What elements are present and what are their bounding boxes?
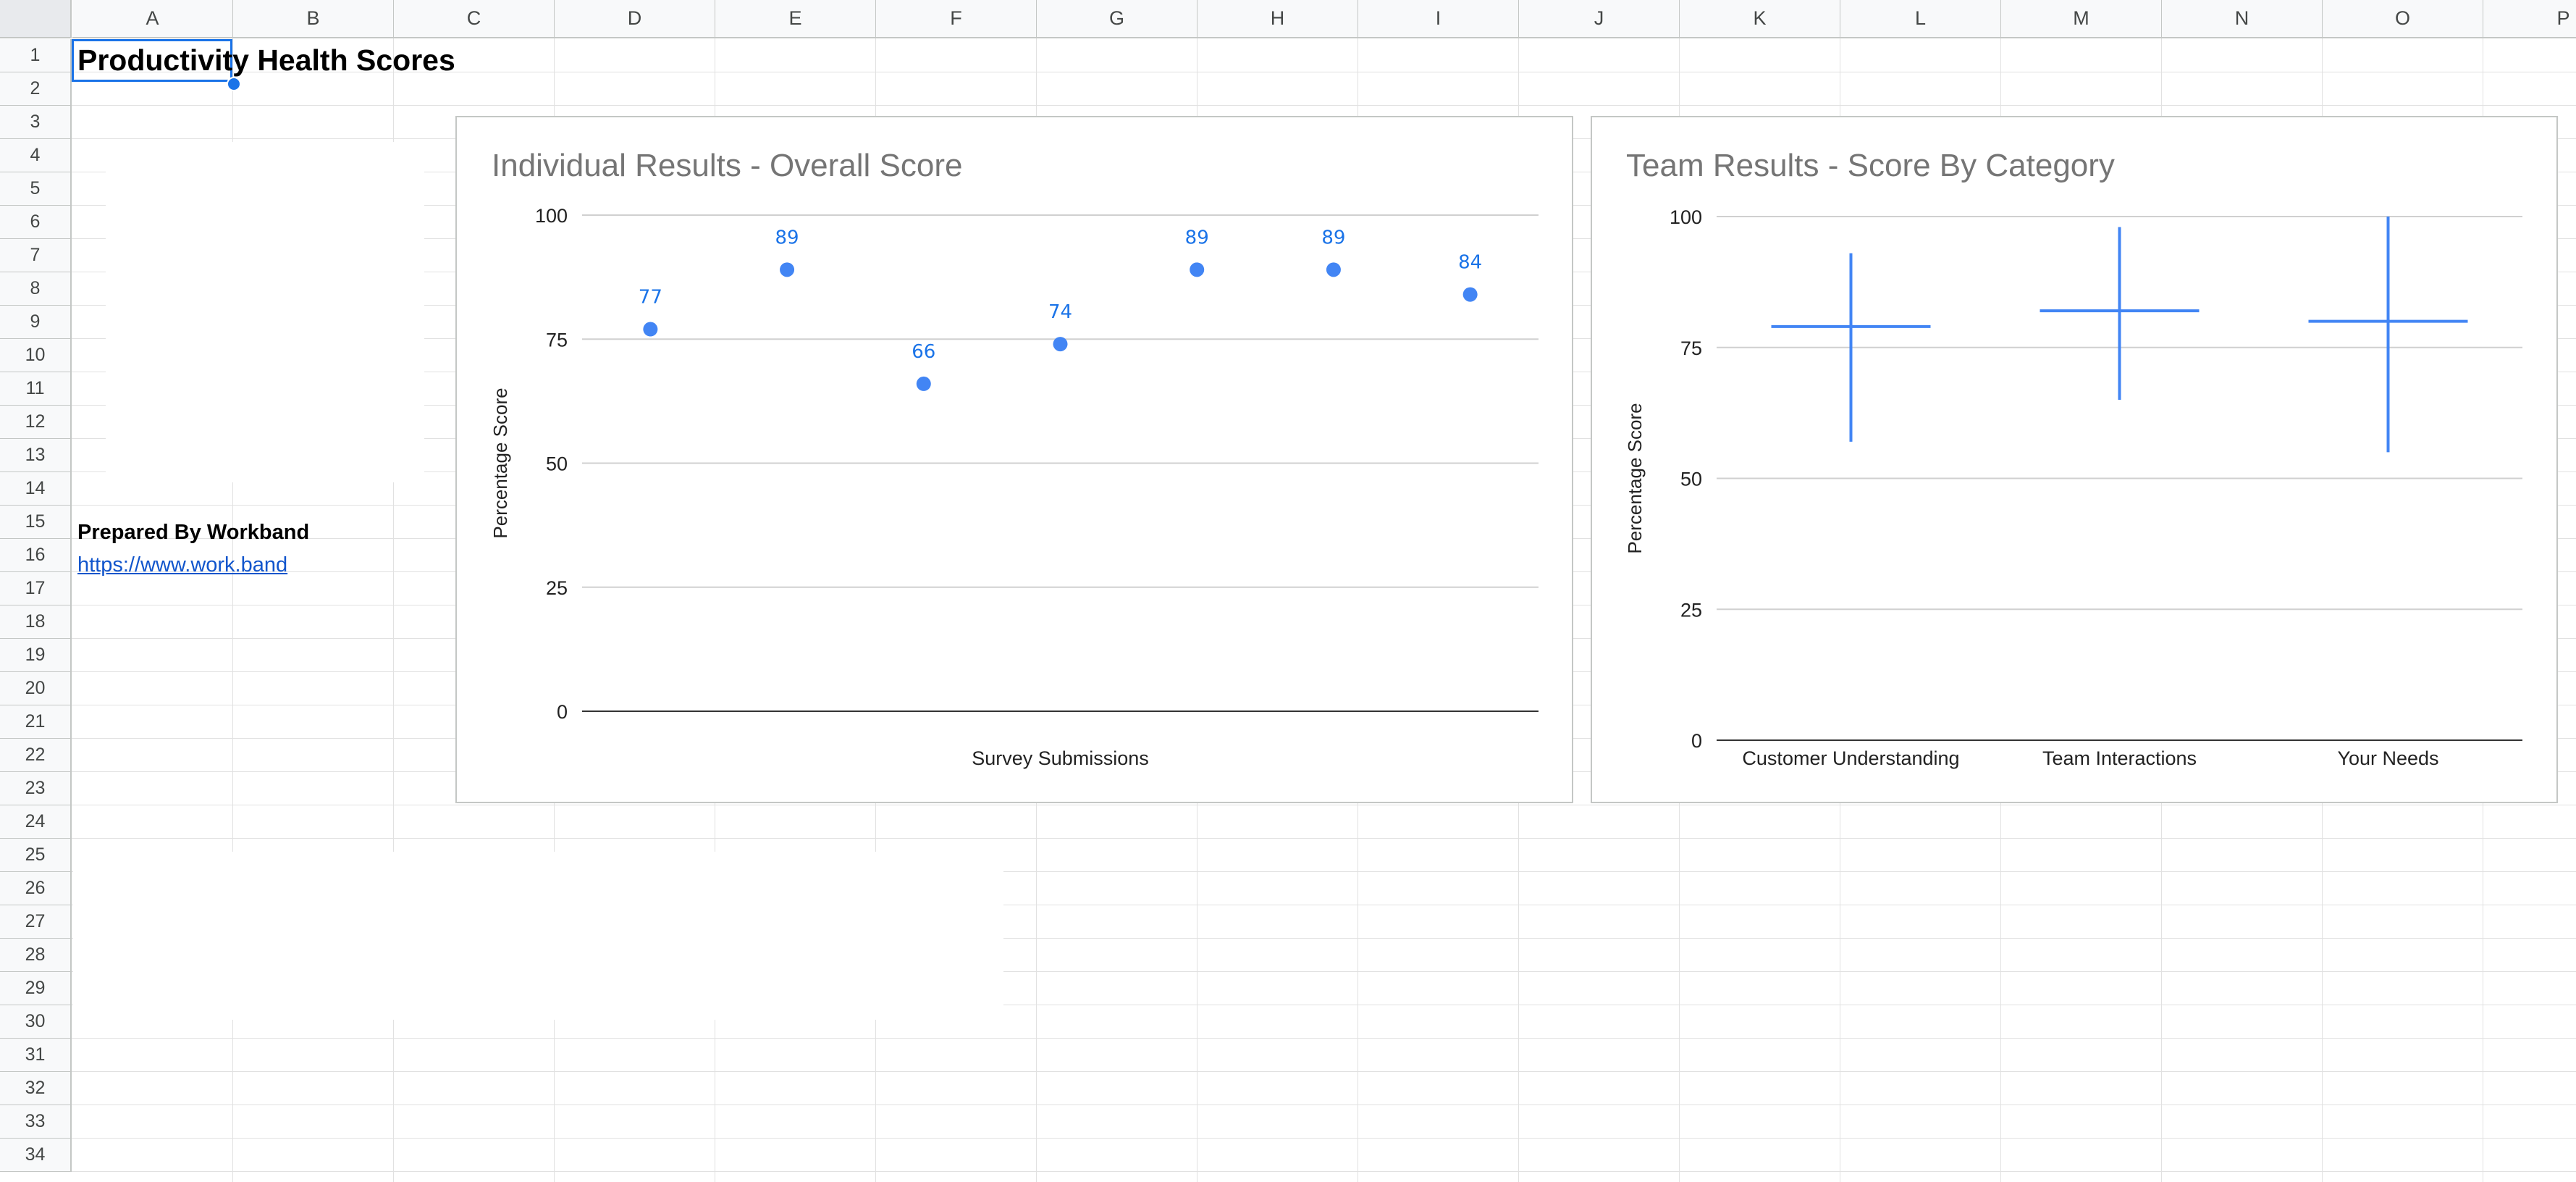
x-axis-title: Survey Submissions	[972, 747, 1149, 769]
row-header-8[interactable]: 8	[0, 272, 72, 306]
data-point	[916, 376, 931, 391]
y-tick-label: 75	[1680, 338, 1702, 359]
column-header-j[interactable]: J	[1519, 0, 1680, 38]
row-header-2[interactable]: 2	[0, 72, 72, 106]
grid-row-line	[72, 1171, 2576, 1172]
row-header-17[interactable]: 17	[0, 572, 72, 605]
data-label: 89	[1185, 227, 1209, 248]
row-header-24[interactable]: 24	[0, 805, 72, 839]
column-header-g[interactable]: G	[1037, 0, 1197, 38]
row-header-12[interactable]: 12	[0, 406, 72, 439]
blank-block	[106, 142, 424, 482]
row-header-15[interactable]: 15	[0, 506, 72, 539]
row-header-7[interactable]: 7	[0, 239, 72, 272]
data-label: 74	[1048, 301, 1072, 323]
y-tick-label: 25	[546, 577, 568, 599]
chart-plot-area: 0 25 50 75 100 Customer Understanding Team Int…	[1624, 206, 2522, 769]
column-header-c[interactable]: C	[394, 0, 555, 38]
row-header-5[interactable]: 5	[0, 172, 72, 206]
data-point	[1462, 287, 1478, 302]
row-header-13[interactable]: 13	[0, 439, 72, 472]
chart-plot-area: 0 25 50 75 100 77 89 66 74 89 89 84 Survey Submissio…	[489, 205, 1539, 769]
row-header-10[interactable]: 10	[0, 339, 72, 372]
y-tick-label: 100	[535, 205, 568, 227]
data-point	[780, 262, 795, 277]
x-category-label: Your Needs	[2337, 747, 2438, 769]
grid-row-line	[72, 105, 2576, 106]
row-header-4[interactable]: 4	[0, 139, 72, 172]
row-header-22[interactable]: 22	[0, 739, 72, 772]
blank-block	[73, 852, 1003, 1020]
x-category-label: Team Interactions	[2042, 747, 2197, 769]
data-label: 84	[1458, 252, 1482, 274]
grid-row-line	[72, 1071, 2576, 1072]
column-header-d[interactable]: D	[555, 0, 715, 38]
grid-row-line	[72, 838, 2576, 839]
row-header-23[interactable]: 23	[0, 772, 72, 805]
row-header-11[interactable]: 11	[0, 372, 72, 406]
row-header-33[interactable]: 33	[0, 1105, 72, 1139]
row-header-26[interactable]: 26	[0, 872, 72, 905]
row-header-32[interactable]: 32	[0, 1072, 72, 1105]
row-header-6[interactable]: 6	[0, 206, 72, 239]
data-label: 66	[912, 341, 935, 363]
column-header-b[interactable]: B	[233, 0, 394, 38]
row-header-3[interactable]: 3	[0, 106, 72, 139]
spreadsheet-grid[interactable]: ABCDEFGHIJKLMNOP 1 2 3 4 5 6 7 8 9 10 11 12 13 14 15 16…	[0, 0, 2576, 1182]
column-header-m[interactable]: M	[2001, 0, 2162, 38]
cell-A1-title[interactable]: Productivity Health Scores	[77, 43, 455, 77]
y-tick-label: 0	[557, 701, 568, 723]
data-label: 77	[639, 287, 662, 309]
column-header-i[interactable]: I	[1358, 0, 1519, 38]
row-header-25[interactable]: 25	[0, 839, 72, 872]
y-tick-label: 100	[1670, 206, 1702, 228]
row-header-29[interactable]: 29	[0, 972, 72, 1005]
row-header-18[interactable]: 18	[0, 605, 72, 639]
data-label: 89	[775, 227, 799, 248]
cell-A15-prepared-by[interactable]: Prepared By Workband	[77, 521, 309, 545]
data-point	[643, 322, 658, 337]
grid-row-line	[72, 1038, 2576, 1039]
column-header-o[interactable]: O	[2323, 0, 2483, 38]
column-header-h[interactable]: H	[1197, 0, 1358, 38]
row-header-1[interactable]: 1	[0, 39, 72, 72]
column-header-e[interactable]: E	[715, 0, 876, 38]
column-header-f[interactable]: F	[876, 0, 1037, 38]
row-header-27[interactable]: 27	[0, 905, 72, 939]
column-header-k[interactable]: K	[1680, 0, 1840, 38]
row-header-28[interactable]: 28	[0, 939, 72, 972]
y-tick-label: 75	[546, 329, 568, 351]
row-header-21[interactable]: 21	[0, 705, 72, 739]
row-header-34[interactable]: 34	[0, 1139, 72, 1172]
select-all-corner[interactable]	[0, 0, 72, 38]
row-header-30[interactable]: 30	[0, 1005, 72, 1039]
row-header-20[interactable]: 20	[0, 672, 72, 705]
column-header-l[interactable]: L	[1840, 0, 2001, 38]
column-header-a[interactable]: A	[72, 0, 233, 38]
y-tick-label: 0	[1691, 730, 1702, 752]
grid-row-line	[72, 1138, 2576, 1139]
row-header-9[interactable]: 9	[0, 306, 72, 339]
column-header-p[interactable]: P	[2483, 0, 2576, 38]
chart-individual-results[interactable]: Individual Results - Overall Score 0 25 50…	[455, 116, 1573, 803]
y-axis-title: Percentage Score	[1624, 403, 1646, 553]
data-label: 89	[1321, 227, 1345, 248]
y-tick-label: 50	[546, 453, 568, 475]
row-header-14[interactable]: 14	[0, 472, 72, 506]
y-tick-label: 25	[1680, 599, 1702, 621]
fill-handle[interactable]	[227, 77, 241, 91]
data-point	[1326, 262, 1341, 277]
column-header-n[interactable]: N	[2162, 0, 2323, 38]
data-point	[1053, 337, 1068, 352]
data-point	[1190, 262, 1205, 277]
cell-A16-link[interactable]: https://www.work.band	[77, 553, 287, 577]
y-tick-label: 50	[1680, 469, 1702, 490]
row-header-19[interactable]: 19	[0, 639, 72, 672]
x-category-label: Customer Understanding	[1742, 747, 1959, 769]
chart-team-results[interactable]: Team Results - Score By Category 0 25 50 75…	[1591, 116, 2558, 803]
y-axis-title: Percentage Score	[489, 387, 511, 538]
row-header-31[interactable]: 31	[0, 1039, 72, 1072]
row-header-16[interactable]: 16	[0, 539, 72, 572]
